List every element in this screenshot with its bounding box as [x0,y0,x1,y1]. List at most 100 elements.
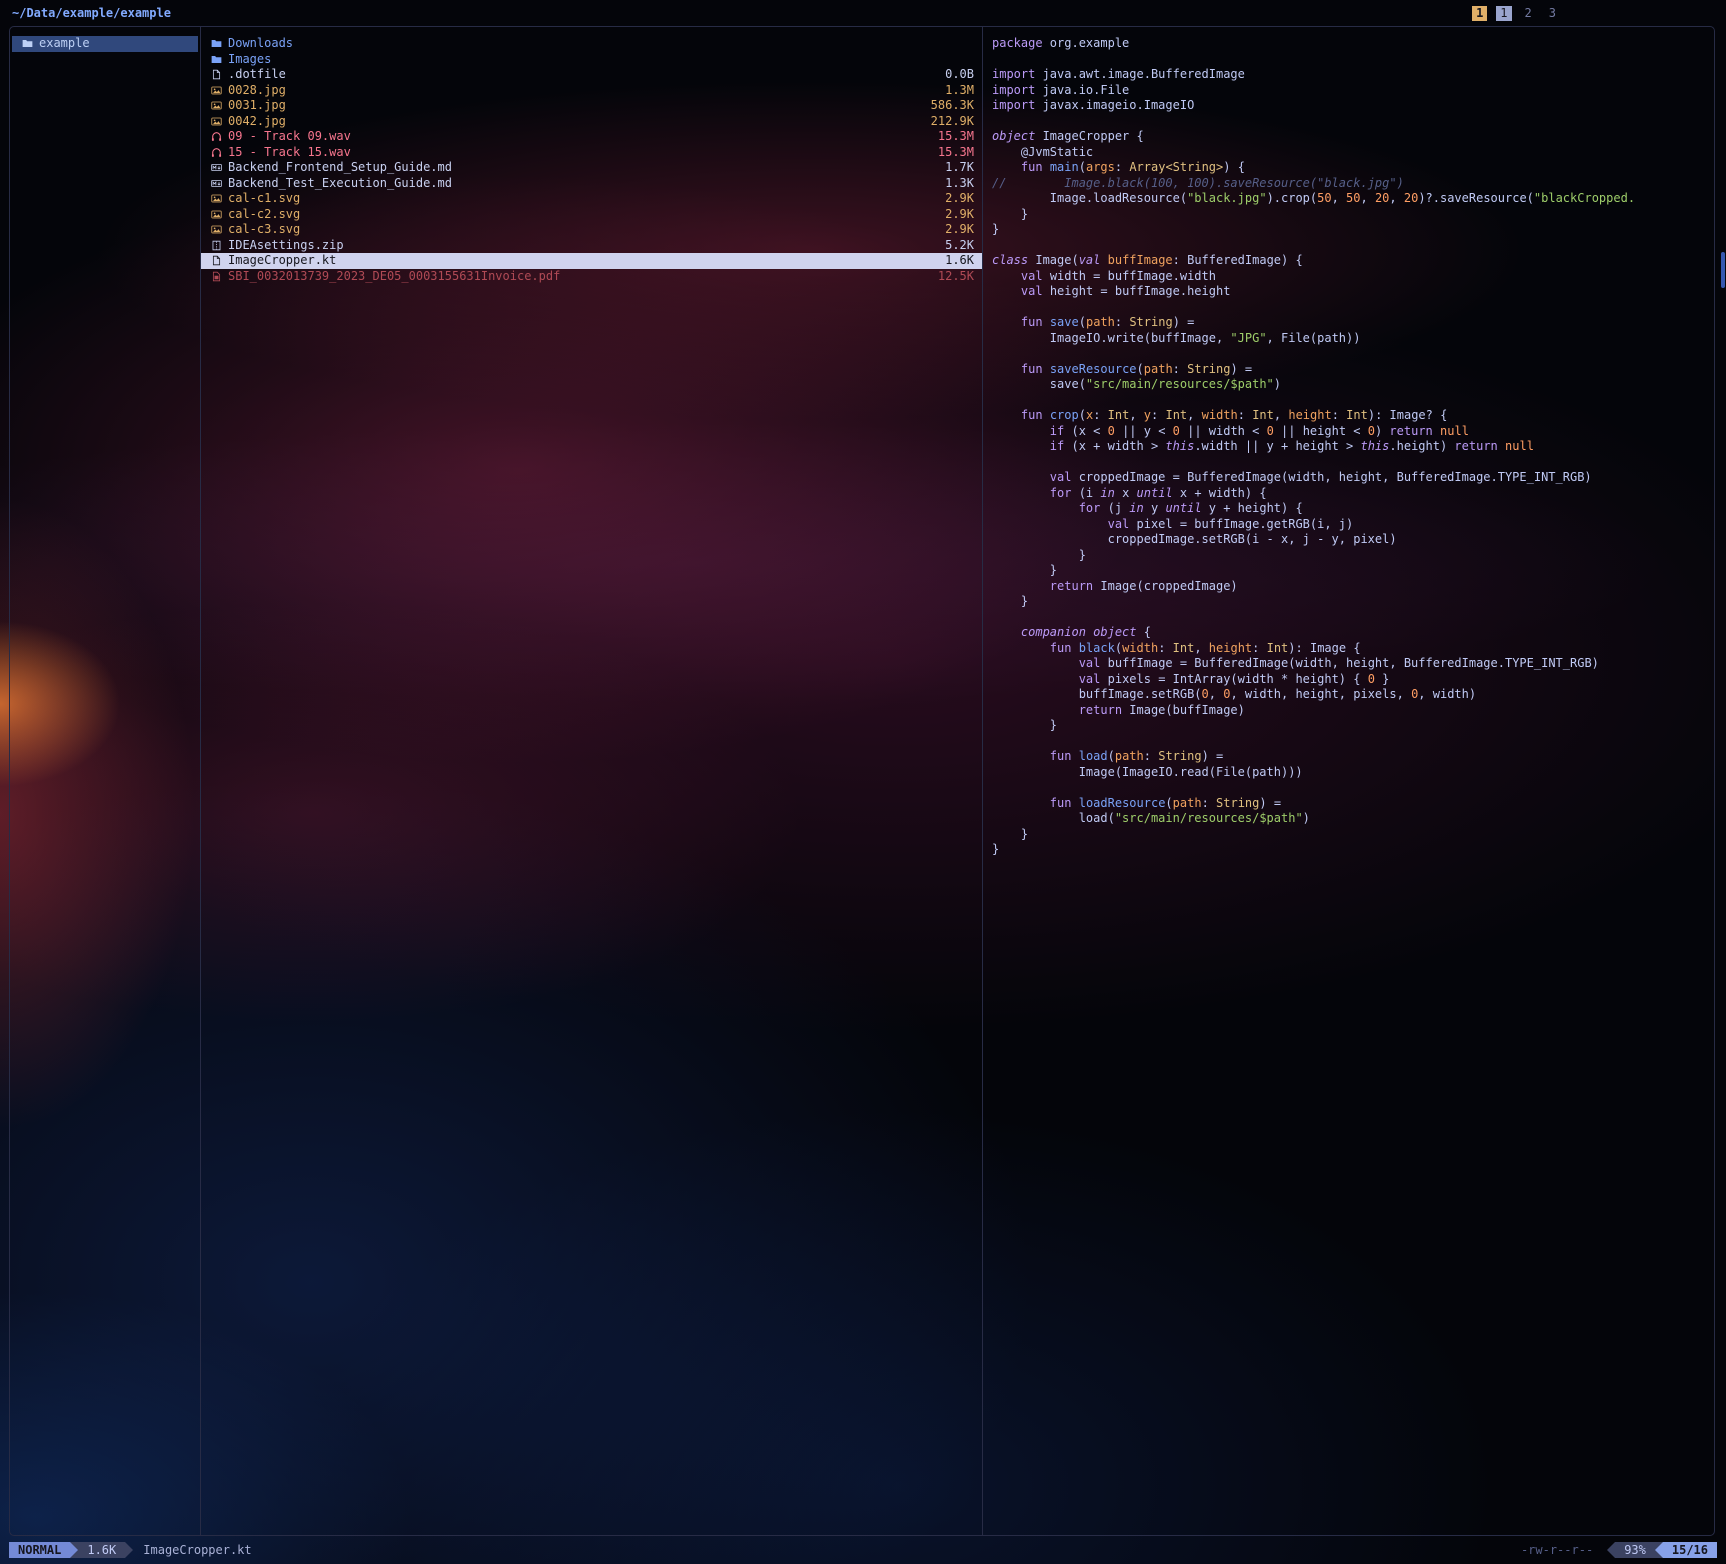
file-name: IDEAsettings.zip [228,238,937,254]
code-line [992,114,1712,130]
file-name: 0042.jpg [228,114,923,130]
code-line: if (x + width > this.width || y + height… [992,439,1712,455]
code-line: fun crop(x: Int, y: Int, width: Int, hei… [992,408,1712,424]
file-row[interactable]: 09 - Track 09.wav 15.3M [201,129,982,145]
file-size: 15.3M [938,145,974,161]
file-name: Images [228,52,966,68]
image-icon [211,116,228,127]
code-line: croppedImage.setRGB(i - x, j - y, pixel) [992,532,1712,548]
file-name: 0031.jpg [228,98,923,114]
markdown-icon [211,162,228,173]
code-line [992,52,1712,68]
folder-icon [211,54,228,65]
powerline-separator [1655,1542,1663,1558]
file-row[interactable]: ImageCropper.kt1.6K [201,253,982,269]
archive-icon [211,240,228,251]
code-line: } [992,548,1712,564]
audio-icon [211,131,228,142]
file-size: 212.9K [931,114,974,130]
code-line: for (j in y until y + height) { [992,501,1712,517]
code-line: if (x < 0 || y < 0 || width < 0 || heigh… [992,424,1712,440]
tab-2[interactable]: 1 [1496,6,1511,21]
code-line: import javax.imageio.ImageIO [992,98,1712,114]
scroll-percent-badge: 93% [1615,1542,1655,1558]
image-icon [211,100,228,111]
tab-3[interactable]: 2 [1521,6,1536,21]
powerline-separator [1607,1542,1615,1558]
parent-list: example [10,36,200,52]
tab-4[interactable]: 3 [1545,6,1560,21]
mode-badge: NORMAL [9,1542,70,1558]
code-line: import java.awt.image.BufferedImage [992,67,1712,83]
file-name: cal-c3.svg [228,222,937,238]
status-filename: ImageCropper.kt [143,1543,251,1557]
code-line [992,734,1712,750]
file-name: 09 - Track 09.wav [228,129,930,145]
markdown-icon [211,178,228,189]
image-icon [211,209,228,220]
code-line: // Image.black(100, 100).saveResource("b… [992,176,1712,192]
code-line: fun saveResource(path: String) = [992,362,1712,378]
file-size: 12.5K [938,269,974,285]
code-line: val pixels = IntArray(width * height) { … [992,672,1712,688]
preview-scrollbar[interactable] [1721,252,1725,288]
file-row[interactable]: IDEAsettings.zip5.2K [201,238,982,254]
file-size: 15.3M [938,129,974,145]
code-line [992,300,1712,316]
code-preview: package org.example import java.awt.imag… [983,36,1714,858]
powerline-separator [125,1542,133,1558]
parent-item-name: example [39,36,190,52]
code-line: } [992,718,1712,734]
file-permissions: -rw-r--r-- [1521,1543,1593,1557]
file-size: 2.9K [945,191,974,207]
file-name: cal-c2.svg [228,207,937,223]
code-line: fun load(path: String) = [992,749,1712,765]
cursor-position-badge: 15/16 [1663,1542,1717,1558]
file-row[interactable]: .dotfile0.0B [201,67,982,83]
file-row[interactable]: Backend_Test_Execution_Guide.md 1.3K [201,176,982,192]
code-line [992,346,1712,362]
code-line [992,393,1712,409]
code-line: @JvmStatic [992,145,1712,161]
breadcrumb-path: ~/Data/example/example [12,6,171,20]
code-line: fun save(path: String) = [992,315,1712,331]
file-row[interactable]: 0028.jpg1.3M [201,83,982,99]
file-name: Downloads [228,36,966,52]
tab-1[interactable]: 1 [1472,6,1487,21]
file-row[interactable]: 0031.jpg586.3K [201,98,982,114]
code-line: Image.loadResource("black.jpg").crop(50,… [992,191,1712,207]
code-line: val pixel = buffImage.getRGB(i, j) [992,517,1712,533]
file-size: 2.9K [945,207,974,223]
file-row[interactable]: Images [201,52,982,68]
code-line: } [992,222,1712,238]
file-size: 1.6K [945,253,974,269]
file-row[interactable]: cal-c3.svg2.9K [201,222,982,238]
file-row[interactable]: cal-c2.svg 2.9K [201,207,982,223]
file-size: 1.3K [945,176,974,192]
folder-icon [211,38,228,49]
file-row[interactable]: cal-c1.svg 2.9K [201,191,982,207]
folder-icon [22,38,39,49]
code-line: class Image(val buffImage: BufferedImage… [992,253,1712,269]
code-line [992,610,1712,626]
code-line: ImageIO.write(buffImage, "JPG", File(pat… [992,331,1712,347]
code-line: val buffImage = BufferedImage(width, hei… [992,656,1712,672]
code-line: for (i in x until x + width) { [992,486,1712,502]
code-line [992,238,1712,254]
file-row[interactable]: SBI_0032013739_2023_DE05_0003155631Invoi… [201,269,982,285]
code-line: companion object { [992,625,1712,641]
file-name: .dotfile [228,67,937,83]
file-name: Backend_Test_Execution_Guide.md [228,176,937,192]
file-row[interactable]: Backend_Frontend_Setup_Guide.md1.7K [201,160,982,176]
file-row[interactable]: 15 - Track 15.wav15.3M [201,145,982,161]
file-row[interactable]: Downloads [201,36,982,52]
parent-item[interactable]: example [12,36,198,52]
file-size: 1.7K [945,160,974,176]
file-name: cal-c1.svg [228,191,937,207]
file-row[interactable]: 0042.jpg 212.9K [201,114,982,130]
file-icon [211,69,228,80]
powerline-separator [70,1542,78,1558]
tab-list: 1123 [1472,6,1560,21]
code-line: return Image(croppedImage) [992,579,1712,595]
files-pane: DownloadsImages.dotfile0.0B0028.jpg1.3M0… [201,27,983,1535]
